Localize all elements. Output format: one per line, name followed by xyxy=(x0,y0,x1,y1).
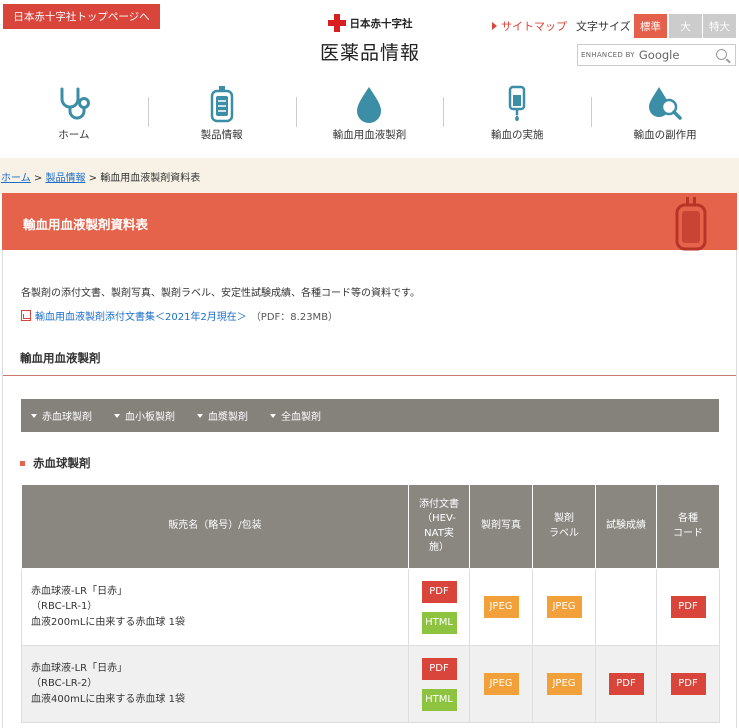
tab-plasma[interactable]: 血漿製剤 xyxy=(197,408,248,423)
main-nav: ホーム 製品情報 輸血用血液製剤 輸血の実施 輸血の副作用 xyxy=(0,85,739,151)
square-bullet-icon xyxy=(20,460,25,466)
test-cell xyxy=(595,568,657,646)
pdf-button[interactable]: PDF xyxy=(670,673,706,695)
product-name-cell: 赤血球液-LR「日赤」 （RBC-LR-1） 血液200mLに由来する赤血球 1… xyxy=(21,568,409,646)
top-page-link[interactable]: 日本赤十字社トップページへ xyxy=(3,4,160,29)
page-title: 輸血用血液製剤資料表 xyxy=(23,217,149,232)
tab-whole-blood[interactable]: 全血製剤 xyxy=(270,408,321,423)
tab-rbc[interactable]: 赤血球製剤 xyxy=(31,408,92,423)
blood-bag-icon xyxy=(671,197,711,254)
nav-item-blood-products[interactable]: 輸血用血液製剤 xyxy=(295,85,444,151)
nav-label: 輸血の実施 xyxy=(491,129,544,141)
pdf-button[interactable]: PDF xyxy=(421,657,457,680)
main-content: 各製剤の添付文書、製剤写真、製剤ラベル、安定性試験成績、各種コード等の資料です。… xyxy=(2,250,737,728)
font-size-large-button[interactable]: 大 xyxy=(669,14,702,38)
photo-cell: JPEG xyxy=(469,645,533,723)
nav-item-side-effects[interactable]: 輸血の副作用 xyxy=(591,85,739,151)
search-google-label: Google xyxy=(638,48,680,62)
triangle-down-icon xyxy=(270,413,276,418)
blood-drop-icon xyxy=(349,85,389,123)
font-size-label: 文字サイズ xyxy=(576,20,631,33)
search-enhanced-label: ENHANCED BY xyxy=(581,51,635,59)
nav-label: 製品情報 xyxy=(200,129,243,141)
magnifier-drop-icon xyxy=(645,85,685,123)
triangle-down-icon xyxy=(114,413,120,418)
product-name-cell: 赤血球液-LR「日赤」 （RBC-LR-2） 血液400mLに由来する赤血球 1… xyxy=(21,645,409,723)
pdf-icon xyxy=(21,310,31,321)
photo-cell: JPEG xyxy=(469,568,533,646)
triangle-down-icon xyxy=(197,413,203,418)
nav-label: ホーム xyxy=(58,129,90,141)
org-name: 日本赤十字社 xyxy=(349,17,413,30)
breadcrumb-current: 輸血用血液製剤資料表 xyxy=(100,173,201,184)
page-title-banner: 輸血用血液製剤資料表 xyxy=(2,193,737,251)
pdf-button[interactable]: PDF xyxy=(608,673,644,695)
nav-item-transfusion[interactable]: 輸血の実施 xyxy=(443,85,591,151)
search-input[interactable]: ENHANCED BY Google xyxy=(577,44,736,66)
codes-cell: PDF xyxy=(656,645,720,723)
font-size-standard-button[interactable]: 標準 xyxy=(634,14,667,38)
sitemap-link[interactable]: サイトマップ xyxy=(492,18,567,34)
package-insert-cell: PDF HTML xyxy=(408,645,470,723)
col-header-name: 販売名（略号）/包装 xyxy=(21,484,409,569)
triangle-right-icon xyxy=(492,22,497,30)
font-size-xlarge-button[interactable]: 特大 xyxy=(703,14,736,38)
intro-text: 各製剤の添付文書、製剤写真、製剤ラベル、安定性試験成績、各種コード等の資料です。 xyxy=(21,288,420,299)
table-row: 赤血球液-LR「日赤」 （RBC-LR-1） 血液200mLに由来する赤血球 1… xyxy=(21,568,720,646)
nav-label: 輸血の副作用 xyxy=(633,129,697,141)
triangle-down-icon xyxy=(31,413,37,418)
red-cross-logo-icon xyxy=(327,14,346,32)
label-cell: JPEG xyxy=(532,645,596,723)
category-tabs: 赤血球製剤 血小板製剤 血漿製剤 全血製剤 xyxy=(21,399,719,432)
col-header-test: 試験成績 xyxy=(595,484,657,569)
jpeg-button[interactable]: JPEG xyxy=(483,596,519,618)
blood-bag-icon xyxy=(202,85,242,123)
html-button[interactable]: HTML xyxy=(421,688,457,711)
nav-label: 輸血用血液製剤 xyxy=(332,129,407,141)
breadcrumb-products-link[interactable]: 製品情報 xyxy=(45,173,85,184)
pdf-button[interactable]: PDF xyxy=(421,580,457,603)
col-header-codes: 各種 コード xyxy=(656,484,720,569)
jpeg-button[interactable]: JPEG xyxy=(483,673,519,695)
stethoscope-icon xyxy=(54,85,94,123)
html-button[interactable]: HTML xyxy=(421,611,457,634)
jpeg-button[interactable]: JPEG xyxy=(546,673,582,695)
iv-drip-icon xyxy=(497,85,537,123)
codes-cell: PDF xyxy=(656,568,720,646)
breadcrumb-home-link[interactable]: ホーム xyxy=(1,173,31,184)
col-header-label: 製剤 ラベル xyxy=(532,484,596,569)
site-title: 医薬品情報 xyxy=(319,42,420,64)
breadcrumb: ホーム > 製品情報 > 輸血用血液製剤資料表 xyxy=(0,158,739,193)
table-row: 赤血球液-LR「日赤」 （RBC-LR-2） 血液400mLに由来する赤血球 1… xyxy=(21,645,720,723)
jpeg-button[interactable]: JPEG xyxy=(546,596,582,618)
nav-item-products[interactable]: 製品情報 xyxy=(147,85,296,151)
test-cell: PDF xyxy=(595,645,657,723)
col-header-package-insert: 添付文書 （HEV- NAT実 施） xyxy=(408,484,470,569)
brand: 日本赤十字社 医薬品情報 xyxy=(300,14,440,65)
nav-item-home[interactable]: ホーム xyxy=(0,85,148,151)
subsection-title: 赤血球製剤 xyxy=(20,455,91,471)
package-insert-pdf-link[interactable]: 輸血用血液製剤添付文書集＜2021年2月現在＞ （PDF：8.23MB） xyxy=(21,308,338,323)
pdf-button[interactable]: PDF xyxy=(670,596,706,618)
products-table: 販売名（略号）/包装 添付文書 （HEV- NAT実 施） 製剤写真 製剤 ラベ… xyxy=(21,484,720,723)
search-icon[interactable] xyxy=(716,49,727,60)
col-header-photo: 製剤写真 xyxy=(469,484,533,569)
label-cell: JPEG xyxy=(532,568,596,646)
package-insert-cell: PDF HTML xyxy=(408,568,470,646)
section-title: 輸血用血液製剤 xyxy=(3,350,736,376)
tab-platelet[interactable]: 血小板製剤 xyxy=(114,408,175,423)
table-header-row: 販売名（略号）/包装 添付文書 （HEV- NAT実 施） 製剤写真 製剤 ラベ… xyxy=(21,484,720,569)
